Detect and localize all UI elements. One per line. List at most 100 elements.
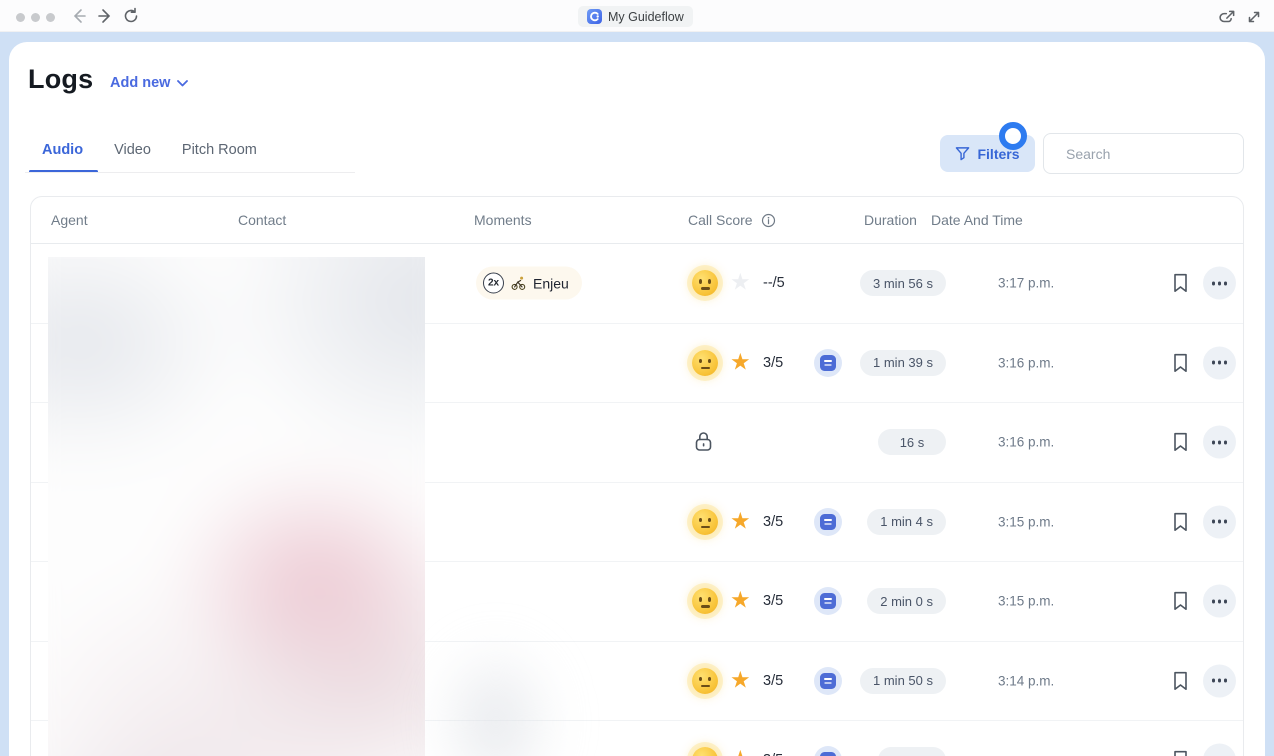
col-date-time: Date And Time bbox=[931, 212, 1023, 228]
transcript-icon[interactable] bbox=[814, 667, 842, 695]
row-actions-button[interactable] bbox=[1203, 267, 1236, 300]
sentiment-emoji-icon bbox=[692, 747, 718, 756]
expand-icon[interactable] bbox=[1245, 8, 1263, 26]
star-icon bbox=[730, 272, 751, 295]
date-time-value: 3:16 p.m. bbox=[998, 355, 1054, 370]
cyclist-emoji-icon bbox=[511, 276, 526, 291]
duration-badge: 3 min 56 s bbox=[860, 270, 946, 296]
bookmark-icon[interactable] bbox=[1171, 352, 1190, 373]
browser-tab[interactable]: My Guideflow bbox=[578, 6, 693, 27]
star-icon bbox=[730, 749, 751, 756]
call-score-value: --/5 bbox=[763, 275, 785, 291]
ellipsis-icon bbox=[1218, 520, 1222, 524]
moment-chip[interactable]: 2x Enjeu bbox=[476, 267, 582, 300]
date-time-value: 3:17 p.m. bbox=[998, 276, 1054, 291]
duration-badge: 1 min 50 s bbox=[860, 668, 946, 694]
row-actions-button[interactable] bbox=[1203, 664, 1236, 697]
sentiment-emoji-icon bbox=[692, 668, 718, 694]
call-score-value: 3/5 bbox=[763, 673, 783, 689]
chevron-down-icon bbox=[177, 80, 188, 87]
tab-video[interactable]: Video bbox=[114, 142, 151, 172]
call-score-value: 3/5 bbox=[763, 355, 783, 371]
bookmark-icon[interactable] bbox=[1171, 432, 1190, 453]
star-icon bbox=[730, 351, 751, 374]
call-score-value: 3/5 bbox=[763, 593, 783, 609]
info-icon[interactable] bbox=[761, 213, 776, 228]
col-duration: Duration bbox=[864, 212, 917, 228]
col-contact: Contact bbox=[238, 212, 286, 228]
col-agent: Agent bbox=[51, 212, 88, 228]
star-icon bbox=[730, 669, 751, 692]
transcript-icon[interactable] bbox=[814, 587, 842, 615]
duration-badge: 16 s bbox=[878, 429, 946, 455]
app-panel: Logs Add new Audio Video Pitch Room Filt… bbox=[9, 42, 1265, 756]
call-score-value: 3/5 bbox=[763, 752, 783, 756]
ellipsis-icon bbox=[1218, 679, 1222, 683]
ellipsis-icon bbox=[1218, 440, 1222, 444]
row-actions-button[interactable] bbox=[1203, 744, 1236, 756]
browser-toolbar: My Guideflow bbox=[0, 0, 1274, 32]
date-time-value: 3:14 p.m. bbox=[998, 673, 1054, 688]
window-dot[interactable] bbox=[46, 13, 55, 22]
lock-icon bbox=[693, 431, 714, 454]
star-icon bbox=[730, 510, 751, 533]
copy-link-icon[interactable] bbox=[1219, 8, 1237, 26]
reload-icon[interactable] bbox=[122, 7, 140, 25]
blurred-agent-contact-region bbox=[48, 257, 425, 756]
search-box[interactable] bbox=[1043, 133, 1244, 174]
transcript-icon[interactable] bbox=[814, 508, 842, 536]
col-moments: Moments bbox=[474, 212, 532, 228]
duration-badge: 1 min 39 s bbox=[860, 350, 946, 376]
tab-audio[interactable]: Audio bbox=[42, 142, 83, 172]
filter-funnel-icon bbox=[955, 146, 970, 161]
tab-pitch-room[interactable]: Pitch Room bbox=[182, 142, 257, 172]
browser-tab-title: My Guideflow bbox=[608, 10, 684, 24]
bookmark-icon[interactable] bbox=[1171, 750, 1190, 756]
logs-table: Agent Contact Moments Call Score Duratio… bbox=[30, 196, 1244, 756]
star-icon bbox=[730, 590, 751, 613]
bookmark-icon[interactable] bbox=[1171, 591, 1190, 612]
col-call-score: Call Score bbox=[688, 212, 776, 228]
sentiment-emoji-icon bbox=[692, 270, 718, 296]
date-time-value: 3:15 p.m. bbox=[998, 514, 1054, 529]
click-cursor-indicator bbox=[999, 122, 1027, 150]
window-dot[interactable] bbox=[16, 13, 25, 22]
call-score-value: 3/5 bbox=[763, 514, 783, 530]
date-time-value: 3:15 p.m. bbox=[998, 594, 1054, 609]
back-arrow-icon[interactable] bbox=[70, 7, 88, 25]
duration-badge: 1 min 4 s bbox=[867, 509, 946, 535]
bookmark-icon[interactable] bbox=[1171, 273, 1190, 294]
ellipsis-icon bbox=[1218, 599, 1222, 603]
search-input[interactable] bbox=[1066, 146, 1247, 162]
duration-badge: 2 min 0 s bbox=[867, 588, 946, 614]
col-call-score-label: Call Score bbox=[688, 212, 753, 228]
sentiment-emoji-icon bbox=[692, 588, 718, 614]
sentiment-emoji-icon bbox=[692, 350, 718, 376]
add-new-label: Add new bbox=[110, 75, 170, 91]
duration-badge bbox=[878, 747, 946, 756]
table-header: Agent Contact Moments Call Score Duratio… bbox=[31, 197, 1243, 244]
ellipsis-icon bbox=[1218, 361, 1222, 365]
add-new-button[interactable]: Add new bbox=[110, 75, 188, 91]
window-dot[interactable] bbox=[31, 13, 40, 22]
forward-arrow-icon[interactable] bbox=[96, 7, 114, 25]
moment-label: Enjeu bbox=[533, 275, 569, 291]
row-actions-button[interactable] bbox=[1203, 426, 1236, 459]
bookmark-icon[interactable] bbox=[1171, 670, 1190, 691]
blurred-region bbox=[431, 637, 561, 756]
bookmark-icon[interactable] bbox=[1171, 511, 1190, 532]
guideflow-logo-icon bbox=[587, 9, 602, 24]
sentiment-emoji-icon bbox=[692, 509, 718, 535]
transcript-icon[interactable] bbox=[814, 746, 842, 756]
tabs-underline bbox=[25, 172, 355, 173]
ellipsis-icon bbox=[1218, 281, 1222, 285]
row-actions-button[interactable] bbox=[1203, 585, 1236, 618]
window-controls[interactable] bbox=[16, 13, 55, 22]
row-actions-button[interactable] bbox=[1203, 346, 1236, 379]
page-title: Logs bbox=[28, 64, 93, 95]
tab-bar: Audio Video Pitch Room bbox=[42, 142, 257, 172]
moment-count-badge: 2x bbox=[483, 273, 504, 294]
row-actions-button[interactable] bbox=[1203, 505, 1236, 538]
date-time-value: 3:16 p.m. bbox=[998, 435, 1054, 450]
transcript-icon[interactable] bbox=[814, 349, 842, 377]
